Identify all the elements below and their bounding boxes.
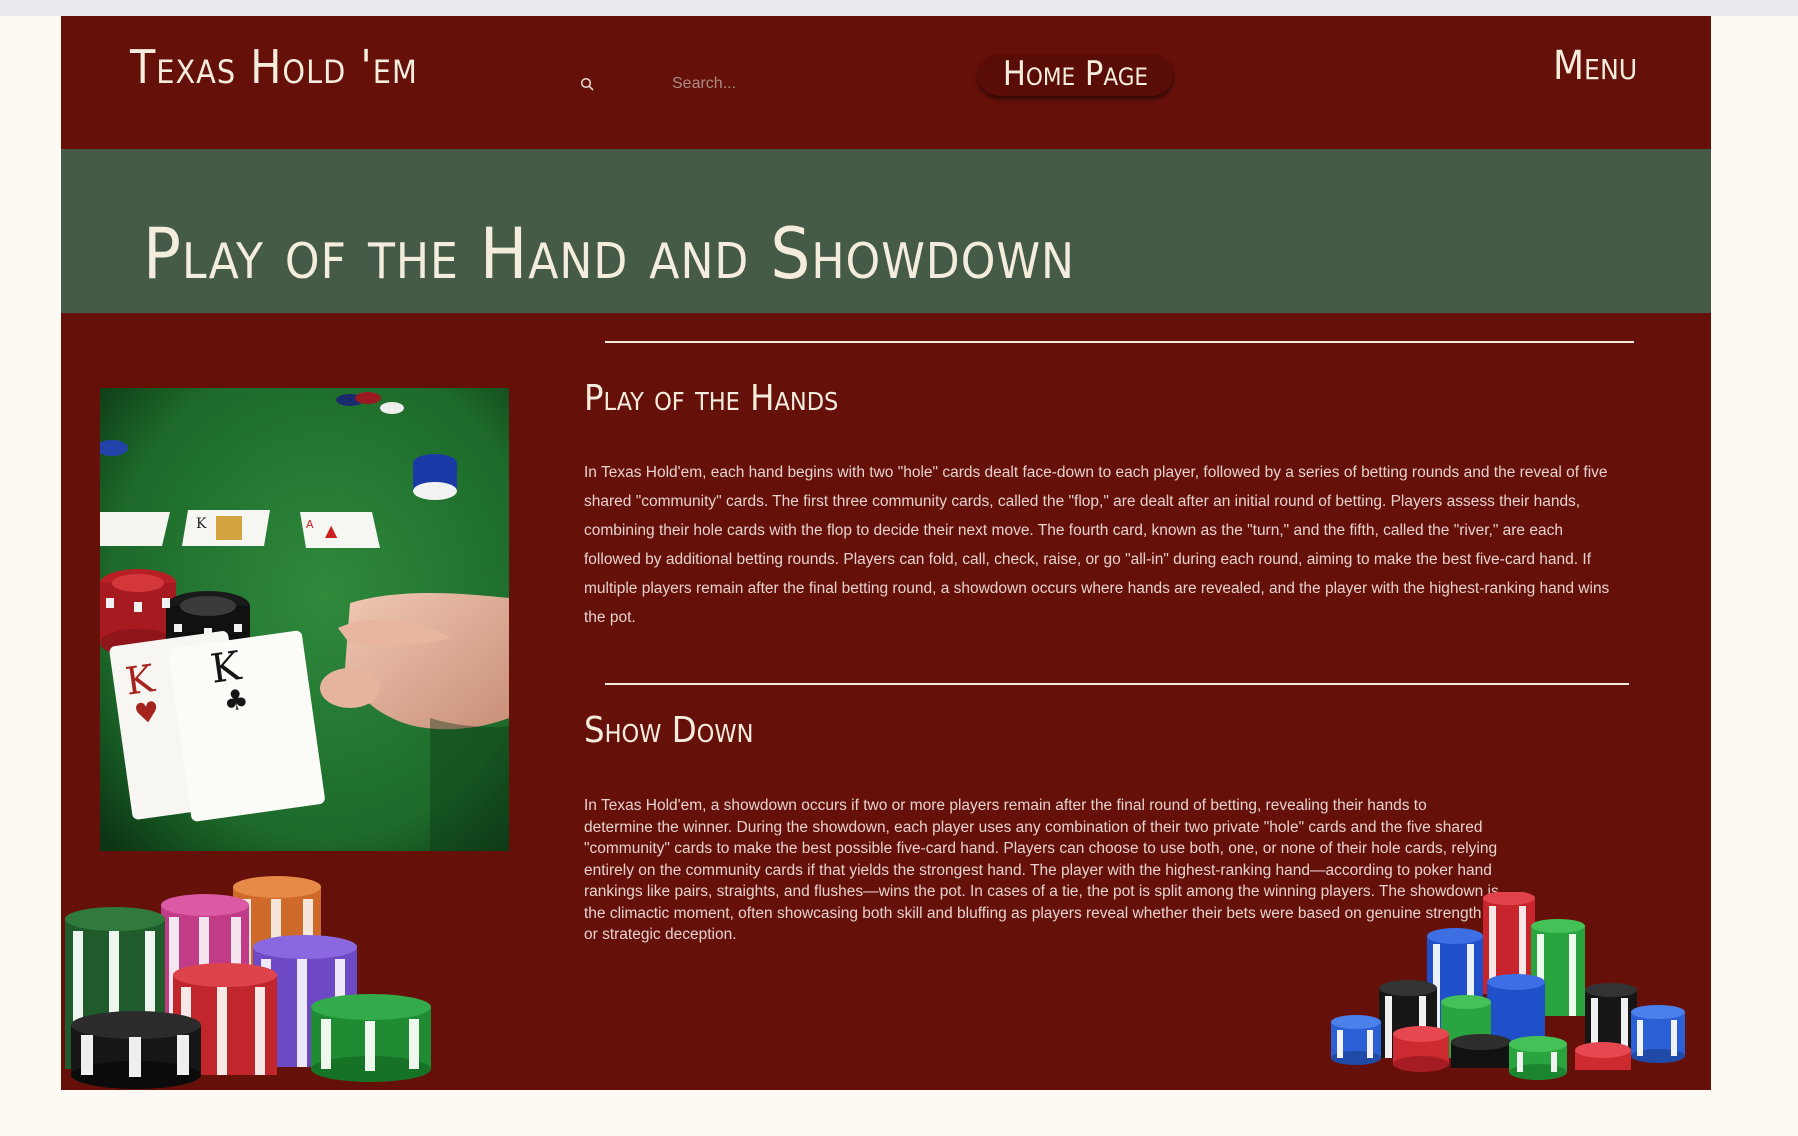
search-icon[interactable] [580,77,594,91]
home-page-button[interactable]: Home Page [978,54,1173,96]
menu-button[interactable]: Menu [1553,46,1637,86]
svg-text:K: K [196,516,207,532]
hero-banner: Play of the Hand and Showdown [61,149,1711,313]
site-title[interactable]: Texas Hold 'em [130,44,418,90]
svg-text:♥: ♥ [132,695,161,731]
svg-text:▲: ▲ [325,521,338,540]
poker-hand-photo: K ▲ A K ♥ K ♣ [100,388,509,851]
chip-stacks-right [1331,892,1685,1080]
section-divider [605,341,1634,343]
section-divider [605,683,1629,685]
section-title-show-down: Show Down [584,710,754,751]
chip-stacks-left [65,876,431,1089]
svg-text:♣: ♣ [221,682,250,718]
search-bar[interactable] [570,65,822,101]
section-body-play-of-the-hands: In Texas Hold'em, each hand begins with … [584,464,1610,626]
svg-text:A: A [306,518,314,531]
browser-top-strip [0,0,1798,16]
section-title-play-of-the-hands: Play of the Hands [584,378,839,419]
page-container: Texas Hold 'em Home Page Menu Play of th… [61,16,1711,1090]
page-title: Play of the Hand and Showdown [143,213,1076,295]
search-input[interactable] [672,71,822,97]
